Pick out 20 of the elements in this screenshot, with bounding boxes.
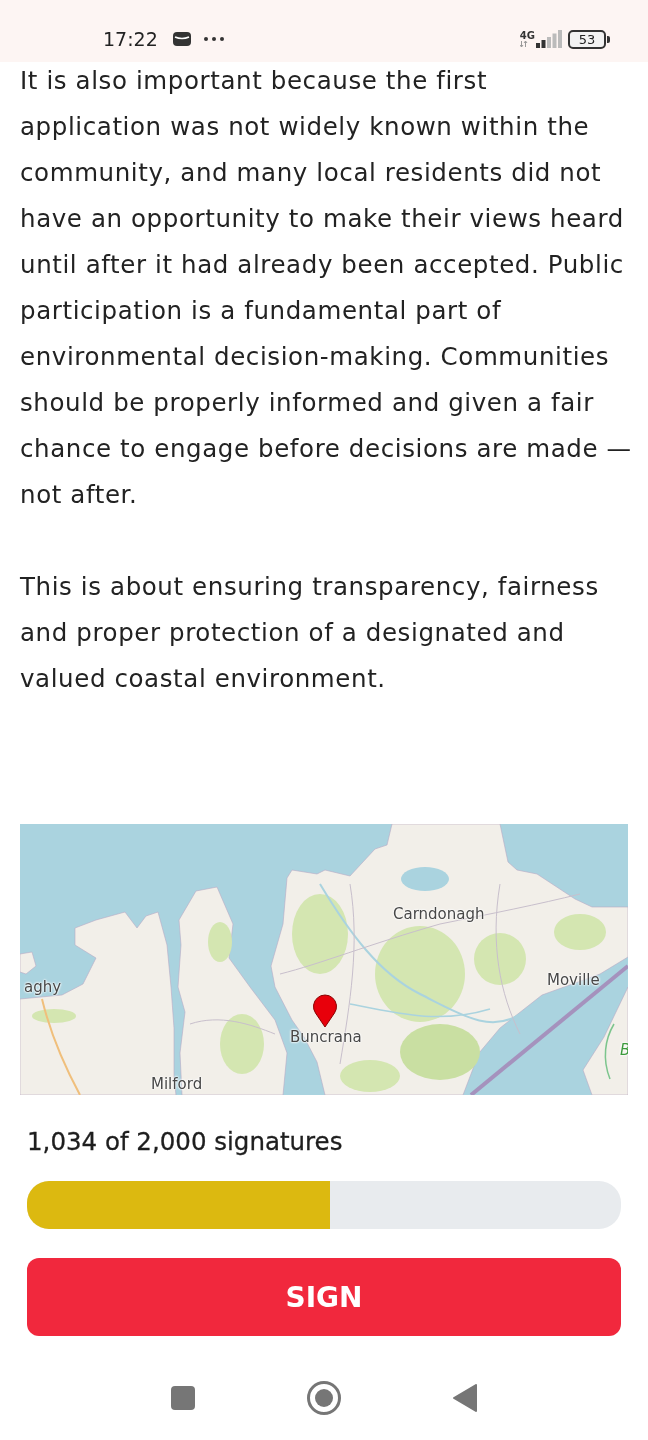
map-label: Carndonagh [393, 905, 485, 923]
recents-icon[interactable] [171, 1386, 195, 1410]
notification-icon [172, 32, 191, 46]
signal-icon [536, 30, 562, 48]
sign-button[interactable]: SIGN [27, 1258, 621, 1336]
paragraph: This is about ensuring transparency, fairness and proper protection of a designated and valued coastal environment. [20, 571, 600, 695]
map-pin-icon [312, 993, 338, 1028]
more-icon [203, 37, 224, 41]
map-label: Buncrana [290, 1028, 362, 1046]
paragraph: It is also important because the first application was not widely known within the community, and many local residents did not have an opportunity to make their views heard until after it had already been accepted. Public participation is a fundamental part of environmental decision-making. Communities should be properly informed and given a fair chance to engage before decisions are made — not after. [20, 65, 632, 511]
signature-count: 1,034 of 2,000 signatures [27, 1127, 344, 1157]
map-label: aghy [24, 978, 62, 996]
map-label: Moville [547, 971, 600, 989]
data-arrows-icon [519, 41, 528, 47]
network-type: 4G [519, 31, 535, 41]
back-icon[interactable] [453, 1384, 477, 1412]
map-label: Milford [151, 1075, 203, 1093]
status-time: 17:22 [103, 28, 158, 50]
battery-indicator: 53 [568, 29, 610, 49]
home-icon[interactable] [307, 1381, 341, 1415]
